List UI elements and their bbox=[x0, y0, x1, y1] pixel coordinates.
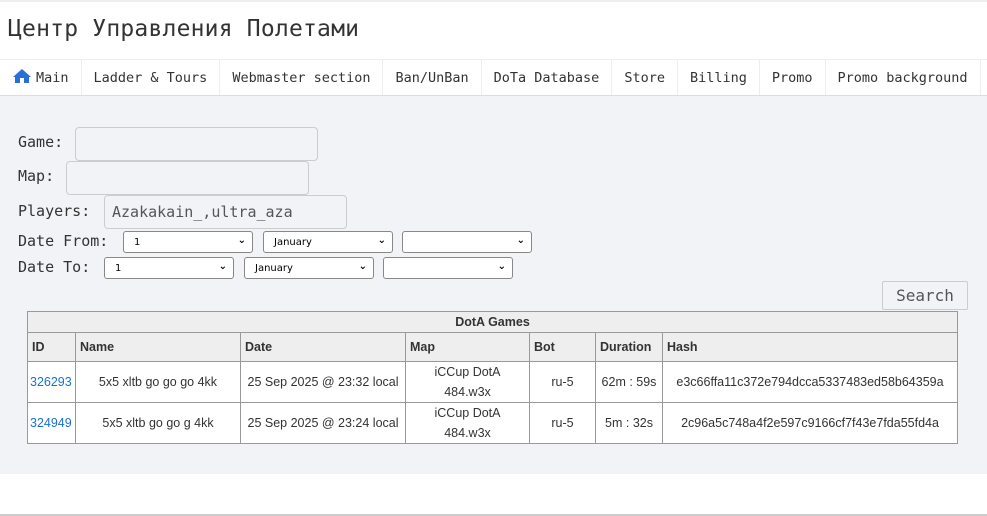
game-input[interactable] bbox=[75, 127, 318, 161]
nav-ladder-tours[interactable]: Ladder & Tours bbox=[82, 60, 221, 95]
chevron-down-icon: ⌄ bbox=[237, 235, 246, 246]
date-to-year-select[interactable]: ⌄ bbox=[383, 257, 513, 279]
selected-value: 1 bbox=[115, 262, 122, 274]
game-map: iCCup DotA 484.w3x bbox=[405, 361, 530, 403]
nav-ban-unban[interactable]: Ban/UnBan bbox=[383, 60, 482, 95]
game-date: 25 Sep 2025 @ 23:32 local bbox=[240, 361, 406, 403]
table-row: 324949 5x5 xltb go go g 4kk 25 Sep 2025 … bbox=[27, 402, 958, 444]
players-label: Players: bbox=[18, 202, 91, 220]
home-icon bbox=[12, 68, 36, 88]
map-input[interactable] bbox=[66, 161, 309, 195]
table-row: 326293 5x5 xltb go go go 4kk 25 Sep 2025… bbox=[27, 361, 958, 403]
col-date: Date bbox=[240, 332, 406, 362]
game-date: 25 Sep 2025 @ 23:24 local bbox=[240, 402, 406, 444]
chevron-down-icon: ⌄ bbox=[358, 261, 367, 272]
nav-store[interactable]: Store bbox=[612, 60, 678, 95]
col-name: Name bbox=[75, 332, 241, 362]
selected-value: 1 bbox=[134, 236, 141, 248]
game-duration: 5m : 32s bbox=[595, 402, 663, 444]
date-to-day-select[interactable]: 1 ⌄ bbox=[104, 257, 234, 279]
map-line: 484.w3x bbox=[444, 426, 491, 440]
nav-billing[interactable]: Billing bbox=[678, 60, 760, 95]
game-id-link[interactable]: 324949 bbox=[30, 416, 72, 430]
col-map: Map bbox=[405, 332, 530, 362]
date-from-month-select[interactable]: January ⌄ bbox=[263, 231, 393, 253]
date-from-year-select[interactable]: ⌄ bbox=[402, 231, 532, 253]
games-table: DotA Games ID Name Date Map Bot Duration… bbox=[27, 311, 958, 444]
nav-promo-background[interactable]: Promo background bbox=[826, 60, 981, 95]
game-duration: 62m : 59s bbox=[595, 361, 663, 403]
chevron-down-icon: ⌄ bbox=[218, 261, 227, 272]
nav-promo[interactable]: Promo bbox=[760, 60, 826, 95]
col-hash: Hash bbox=[662, 332, 958, 362]
map-line: 484.w3x bbox=[444, 385, 491, 399]
map-line: iCCup DotA bbox=[434, 406, 501, 420]
date-to-month-select[interactable]: January ⌄ bbox=[244, 257, 374, 279]
chevron-down-icon: ⌄ bbox=[497, 261, 506, 272]
top-border bbox=[0, 0, 987, 2]
nav-webmaster[interactable]: Webmaster section bbox=[220, 60, 384, 95]
date-from-label: Date From: bbox=[18, 232, 109, 250]
table-caption: DotA Games bbox=[27, 311, 958, 333]
game-bot: ru-5 bbox=[529, 361, 596, 403]
col-bot: Bot bbox=[529, 332, 596, 362]
main-nav: Main Ladder & Tours Webmaster section Ba… bbox=[0, 59, 987, 96]
map-line: iCCup DotA bbox=[434, 365, 501, 379]
search-button[interactable]: Search bbox=[882, 281, 968, 310]
selected-value: January bbox=[274, 236, 312, 248]
nav-label: Main bbox=[36, 69, 69, 86]
date-to-label: Date To: bbox=[18, 258, 91, 276]
col-duration: Duration bbox=[595, 332, 663, 362]
game-label: Game: bbox=[18, 133, 64, 151]
map-label: Map: bbox=[18, 167, 55, 185]
nav-main[interactable]: Main bbox=[0, 60, 82, 95]
game-id-link[interactable]: 326293 bbox=[30, 375, 72, 389]
game-name: 5x5 xltb go go go 4kk bbox=[75, 361, 241, 403]
col-id: ID bbox=[27, 332, 76, 362]
date-from-day-select[interactable]: 1 ⌄ bbox=[123, 231, 253, 253]
game-bot: ru-5 bbox=[529, 402, 596, 444]
selected-value: January bbox=[255, 262, 293, 274]
game-map: iCCup DotA 484.w3x bbox=[405, 402, 530, 444]
game-hash: e3c66ffa11c372e794dcca5337483ed58b64359a bbox=[662, 361, 958, 403]
chevron-down-icon: ⌄ bbox=[377, 235, 386, 246]
players-input[interactable] bbox=[104, 195, 347, 229]
game-name: 5x5 xltb go go g 4kk bbox=[75, 402, 241, 444]
table-header-row: ID Name Date Map Bot Duration Hash bbox=[27, 332, 958, 362]
page-title: Центр Управления Полетами bbox=[8, 16, 360, 42]
chevron-down-icon: ⌄ bbox=[516, 235, 525, 246]
search-panel: Game: Map: Players: Date From: 1⌄ Januar… bbox=[0, 96, 987, 474]
nav-dota-database[interactable]: DoTa Database bbox=[482, 60, 613, 95]
game-hash: 2c96a5c748a4f2e597c9166cf7f43e7fda55fd4a bbox=[662, 402, 958, 444]
